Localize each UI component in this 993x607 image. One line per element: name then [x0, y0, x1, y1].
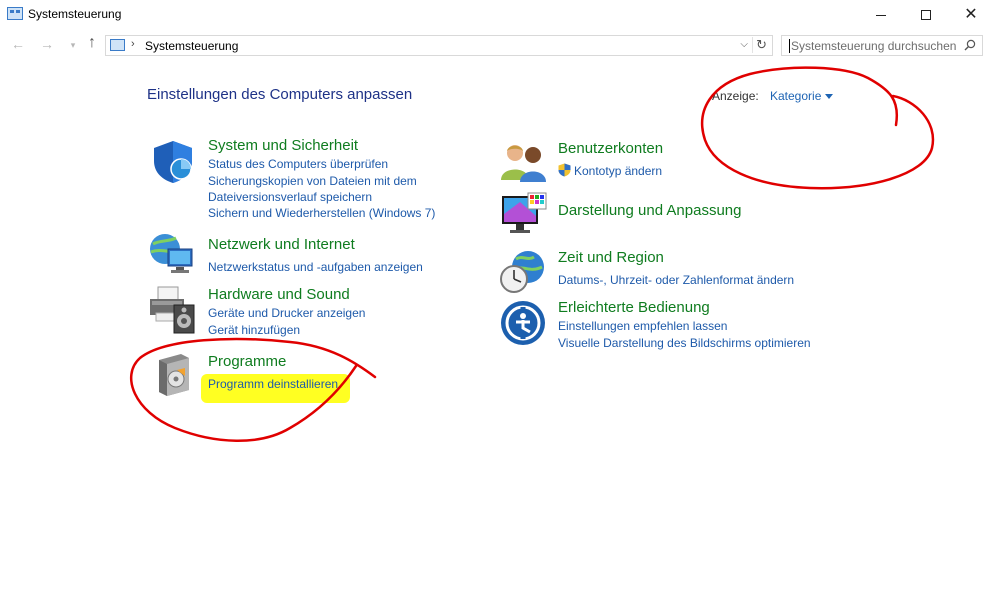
back-button[interactable]: ←	[9, 36, 27, 52]
link-uninstall-program[interactable]: Programm deinstallieren	[208, 377, 338, 391]
control-panel-icon	[7, 7, 23, 20]
link-date-time-format[interactable]: Datums-, Uhrzeit- oder Zahlenformat ände…	[558, 273, 794, 287]
chevron-down-icon[interactable]: ⌵	[740, 39, 748, 50]
link-add-device[interactable]: Gerät hinzufügen	[208, 323, 300, 337]
link-backup-files[interactable]: Sicherungskopien von Dateien mit dem	[208, 174, 417, 188]
users-icon[interactable]	[500, 142, 548, 182]
red-circle-annotation-view	[700, 66, 935, 190]
view-mode-dropdown[interactable]: Kategorie	[770, 89, 834, 103]
link-change-account-type[interactable]: Kontotyp ändern	[574, 164, 662, 178]
link-backup-restore[interactable]: Sichern und Wiederherstellen (Windows 7)	[208, 206, 435, 220]
maximize-button[interactable]	[903, 0, 949, 30]
category-time-region[interactable]: Zeit und Region	[558, 249, 664, 266]
view-mode-value[interactable]: Kategorie	[770, 89, 821, 103]
minimize-icon	[876, 14, 886, 16]
search-placeholder: Systemsteuerung durchsuchen	[789, 39, 957, 53]
search-input[interactable]: Systemsteuerung durchsuchen	[781, 35, 983, 56]
up-button[interactable]: ↑	[83, 34, 101, 52]
clock-globe-icon[interactable]	[500, 249, 548, 295]
navigation-bar: ← → ▾ ↑ › Systemsteuerung ⌵ ↻ Systemsteu…	[0, 33, 993, 59]
page-title: Einstellungen des Computers anpassen	[147, 86, 413, 103]
minimize-button[interactable]	[858, 0, 904, 30]
title-bar: Systemsteuerung ✕	[0, 0, 993, 30]
link-optimize-display[interactable]: Visuelle Darstellung des Bildschirms opt…	[558, 336, 811, 350]
chevron-right-icon[interactable]: ›	[131, 38, 135, 50]
link-file-history[interactable]: Dateiversionsverlauf speichern	[208, 190, 372, 204]
link-recommend-settings[interactable]: Einstellungen empfehlen lassen	[558, 319, 727, 333]
search-icon[interactable]	[964, 39, 976, 51]
category-programs[interactable]: Programme	[208, 353, 286, 370]
link-network-status[interactable]: Netzwerkstatus und -aufgaben anzeigen	[208, 260, 423, 274]
category-user-accounts[interactable]: Benutzerkonten	[558, 140, 663, 157]
uac-shield-icon	[558, 163, 571, 177]
control-panel-icon	[110, 39, 125, 51]
link-check-status[interactable]: Status des Computers überprüfen	[208, 157, 388, 171]
printer-icon[interactable]	[148, 285, 196, 335]
accessibility-icon[interactable]	[500, 300, 546, 346]
forward-button[interactable]: →	[38, 36, 56, 52]
maximize-icon	[921, 10, 931, 20]
recent-locations-button[interactable]: ▾	[64, 40, 82, 51]
category-network-internet[interactable]: Netzwerk und Internet	[208, 236, 355, 253]
breadcrumb[interactable]: Systemsteuerung	[145, 39, 238, 53]
category-hardware-sound[interactable]: Hardware und Sound	[208, 286, 350, 303]
close-button[interactable]: ✕	[948, 0, 993, 30]
view-label: Anzeige:	[712, 89, 759, 103]
network-icon[interactable]	[148, 232, 196, 278]
display-icon[interactable]	[500, 192, 548, 238]
link-devices-printers[interactable]: Geräte und Drucker anzeigen	[208, 306, 365, 320]
category-appearance-personalization[interactable]: Darstellung und Anpassung	[558, 202, 741, 219]
refresh-icon[interactable]: ↻	[752, 37, 767, 53]
address-bar[interactable]: › Systemsteuerung ⌵ ↻	[105, 35, 773, 56]
close-icon: ✕	[964, 6, 978, 23]
shield-icon[interactable]	[150, 139, 196, 185]
caret-down-icon[interactable]	[825, 94, 834, 100]
window-title: Systemsteuerung	[28, 7, 122, 21]
category-system-security[interactable]: System und Sicherheit	[208, 137, 358, 154]
category-ease-of-access[interactable]: Erleichterte Bedienung	[558, 299, 710, 316]
programs-icon[interactable]	[153, 352, 193, 396]
